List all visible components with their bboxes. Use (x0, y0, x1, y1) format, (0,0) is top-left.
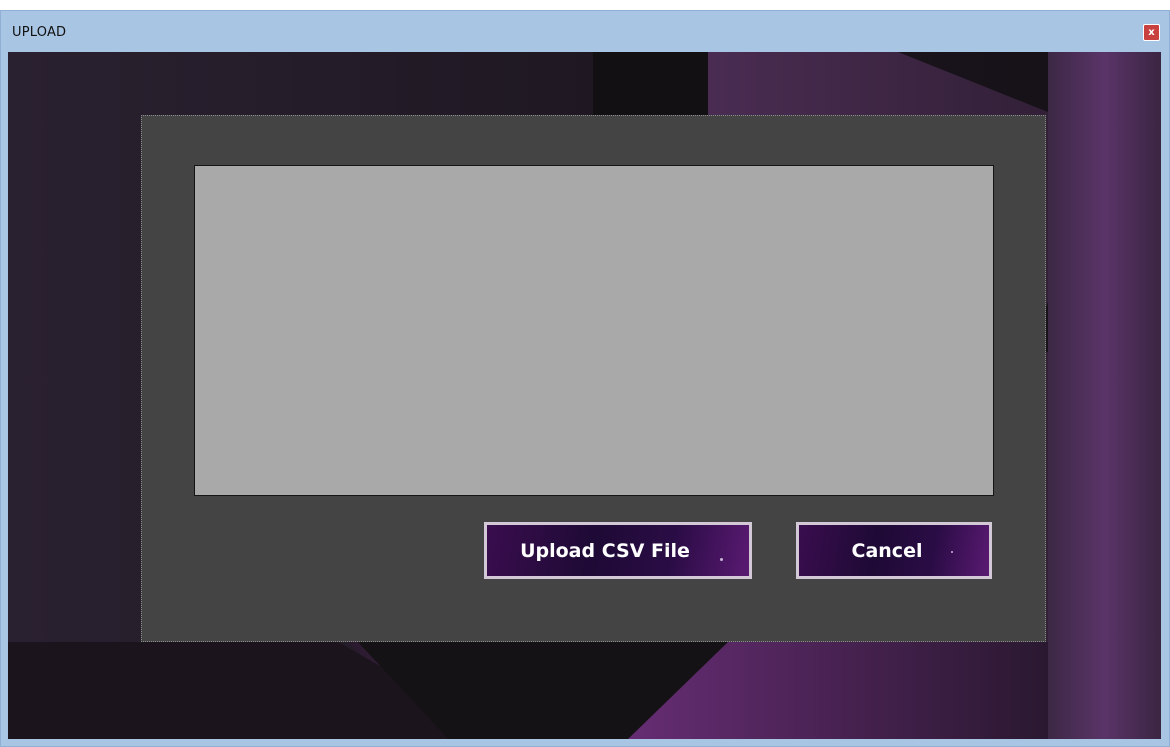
title-bar[interactable]: UPLOAD x (1, 11, 1169, 51)
window-title: UPLOAD (12, 25, 67, 40)
cancel-button-label: Cancel (851, 539, 923, 562)
file-list-box[interactable] (194, 165, 994, 496)
upload-csv-button[interactable]: Upload CSV File (484, 522, 752, 579)
upload-csv-button-label: Upload CSV File (520, 539, 690, 562)
close-icon: x (1148, 27, 1155, 38)
upload-panel: Upload CSV File Cancel (141, 115, 1046, 642)
client-area: Upload CSV File Cancel (8, 52, 1161, 739)
cancel-button[interactable]: Cancel (796, 522, 992, 579)
upload-window: UPLOAD x Upload CSV File Cancel (0, 10, 1170, 747)
close-button[interactable]: x (1143, 24, 1160, 41)
